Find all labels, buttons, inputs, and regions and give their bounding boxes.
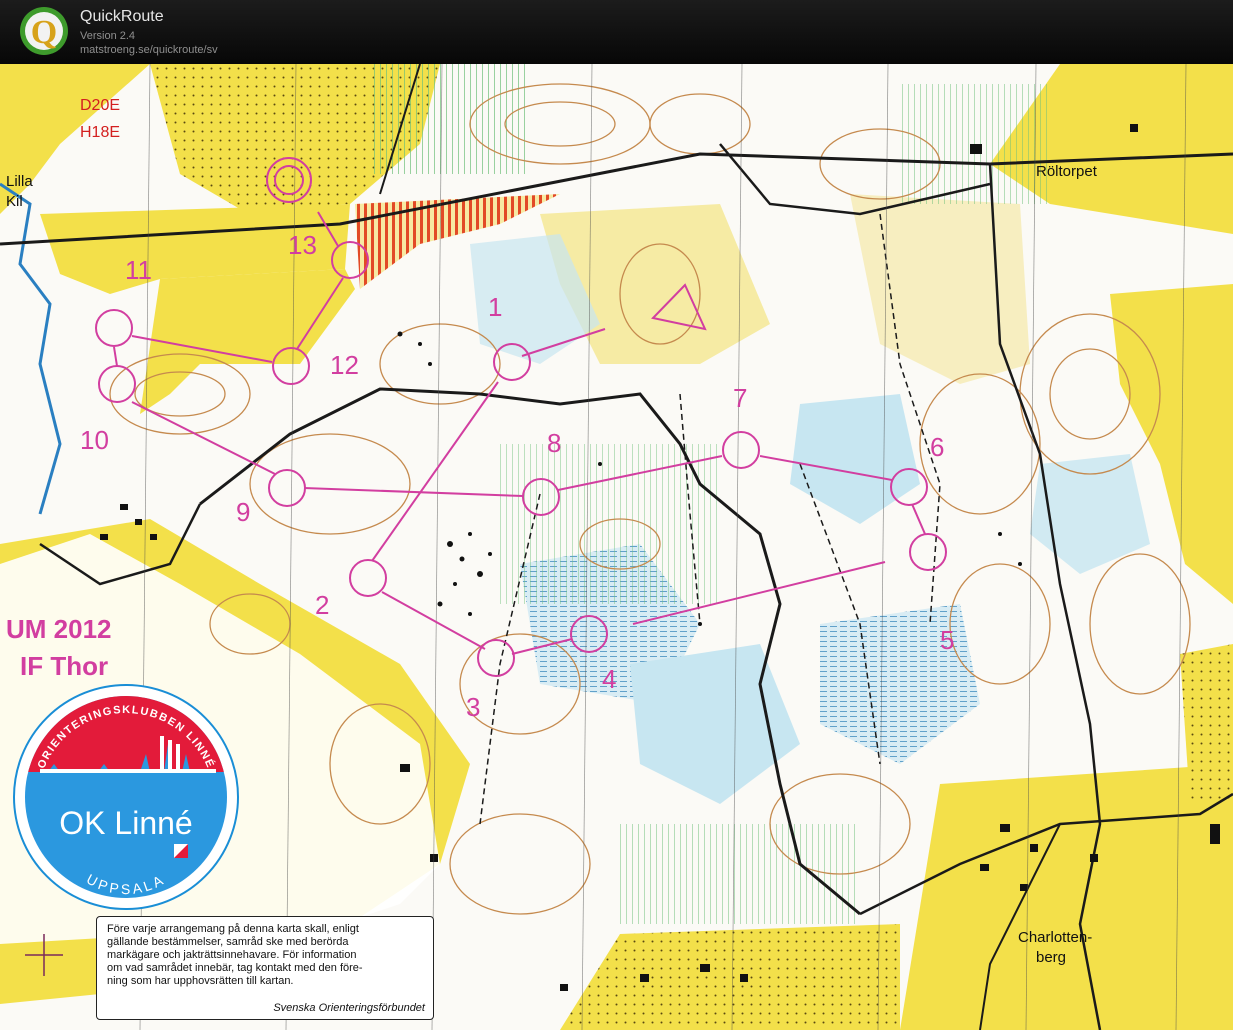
place-charlotten: Charlotten- [1018, 929, 1092, 946]
place-lilla: Lilla [6, 173, 33, 190]
badge-club-name: OK Linné [59, 805, 192, 841]
class-label-1: D20E [80, 97, 120, 114]
control-number-12: 12 [330, 350, 359, 380]
place-roltorpet: Röltorpet [1036, 163, 1098, 180]
control-circle-5 [909, 533, 947, 571]
notice-line-1: Före varje arrangemang på denna karta sk… [107, 923, 359, 935]
logo-letter: Q [31, 14, 57, 51]
open-land-northwest [0, 64, 150, 214]
open-land-west-field [140, 269, 355, 414]
orienteering-map[interactable]: 1 2 3 4 5 6 7 8 9 10 11 12 13 D20E H18E … [0, 64, 1233, 1030]
title-bar: Q QuickRoute Version 2.4 matstroeng.se/q… [0, 0, 1233, 64]
control-number-11: 11 [125, 255, 152, 285]
class-label-2: H18E [80, 124, 120, 141]
notice-line-2: gällande bestämmelser, samråd ske med be… [107, 936, 349, 948]
control-number-13: 13 [288, 230, 317, 260]
notice-line-4: om vad samrådet innebär, tag kontakt med… [107, 962, 363, 974]
app-title: QuickRoute [80, 8, 164, 25]
notice-line-3: markägare och jakträttsinnehavare. För i… [107, 949, 357, 961]
permission-notice: Före varje arrangemang på denna karta sk… [96, 916, 434, 1020]
control-number-10: 10 [80, 425, 109, 455]
undergrowth-south [620, 824, 860, 924]
control-number-8: 8 [547, 428, 561, 458]
quickroute-logo-icon: Q [20, 7, 68, 55]
club-badge: ORIENTERINGSKLUBBEN LINNÉ OK Linné UPPSA… [13, 684, 239, 910]
control-number-4: 4 [602, 664, 616, 694]
app-version: Version 2.4 [80, 30, 136, 42]
event-line-2: IF Thor [20, 651, 108, 681]
open-land-south-dots [560, 924, 900, 1030]
control-number-6: 6 [930, 432, 944, 462]
control-number-2: 2 [315, 590, 329, 620]
control-circle-11 [95, 309, 133, 347]
marsh-southeast [820, 604, 980, 764]
notice-line-5: ning som har upphovsrätten till kartan. [107, 975, 294, 987]
control-circle-3 [477, 639, 515, 677]
control-number-5: 5 [940, 625, 954, 655]
marsh-east [790, 394, 920, 524]
orienteering-flag-icon [174, 844, 188, 858]
control-number-1: 1 [488, 292, 502, 322]
place-kil: Kil [6, 193, 23, 210]
quickroute-window: Q QuickRoute Version 2.4 matstroeng.se/q… [0, 0, 1233, 1030]
place-berg: berg [1036, 949, 1066, 966]
marsh-center-2 [630, 644, 800, 804]
control-number-3: 3 [466, 692, 480, 722]
control-circle-9 [268, 469, 306, 507]
app-url[interactable]: matstroeng.se/quickroute/sv [80, 44, 218, 56]
notice-signature: Svenska Orienteringsförbundet [273, 1002, 425, 1014]
open-land-southeast [900, 764, 1233, 1030]
event-line-1: UM 2012 [6, 614, 112, 644]
control-circle-10 [98, 365, 136, 403]
control-circle-2 [349, 559, 387, 597]
control-number-7: 7 [733, 383, 747, 413]
control-circle-7 [722, 431, 760, 469]
control-number-9: 9 [236, 497, 250, 527]
